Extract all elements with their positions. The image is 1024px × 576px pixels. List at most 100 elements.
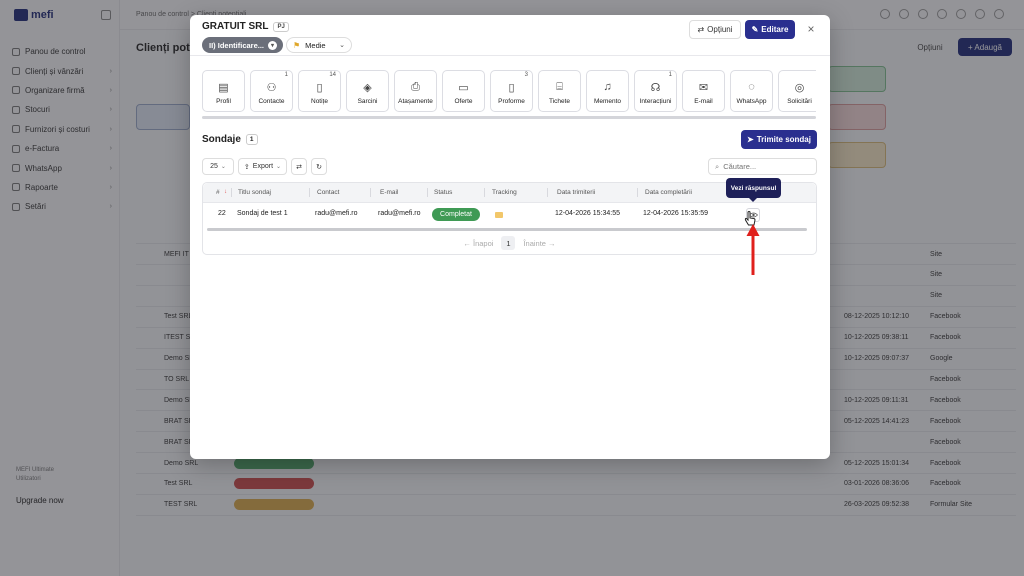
edit-button[interactable]: ✎ Editare	[745, 20, 795, 39]
tab-count: 3	[524, 72, 528, 78]
prev-page-button[interactable]: ← Înapoi	[463, 239, 493, 248]
priority-dropdown[interactable]: ⚑ Medie ⌄	[286, 37, 352, 53]
tab-label: Interacțiuni	[639, 98, 672, 105]
columns-toggle-icon[interactable]: ⇄	[291, 158, 307, 175]
tab-proforme[interactable]: 3 ▯ Proforme	[490, 70, 533, 112]
envelope-icon	[495, 212, 503, 218]
tasks-icon: ◈	[363, 81, 372, 94]
tab-bar: ▤ Profil 1 ⚇ Contacte 14 ▯ Notițe ◈ Sarcini ⎙ Atașa…	[202, 70, 816, 112]
page-number[interactable]: 1	[501, 236, 516, 250]
lead-detail-modal: GRATUIT SRL PJ II) Identificare... ▾ ⚑ M…	[190, 15, 830, 459]
search-field[interactable]: ⌕	[708, 158, 817, 175]
tab-label: Tichete	[548, 98, 571, 105]
row-id: 22	[218, 210, 226, 217]
tab-e-mail[interactable]: ✉ E-mail	[682, 70, 725, 112]
col-tracking[interactable]: Tracking	[492, 189, 517, 196]
tab-label: Solicitări	[787, 98, 812, 105]
tab-label: Profil	[216, 98, 231, 105]
company-title: GRATUIT SRL PJ	[202, 21, 289, 32]
edit-label: Editare	[761, 25, 789, 34]
row-sent-date: 12-04-2026 15:34:55	[555, 210, 620, 217]
column-divider	[547, 188, 548, 197]
tab-count: 14	[329, 72, 336, 78]
tab-count: 1	[284, 72, 288, 78]
export-label: Export	[252, 163, 274, 170]
divider	[190, 55, 830, 56]
bell-icon: ♫	[603, 81, 612, 93]
row-title: Sondaj de test 1	[237, 210, 288, 217]
search-icon: ⌕	[715, 161, 720, 171]
table-scrollbar[interactable]	[207, 228, 807, 231]
col-contact[interactable]: Contact	[317, 189, 339, 196]
row-completed-date: 12-04-2026 15:35:59	[643, 210, 708, 217]
column-divider	[637, 188, 638, 197]
tab-label: WhatsApp	[736, 98, 767, 105]
tab-label: E-mail	[694, 98, 713, 105]
sort-icon[interactable]: ↓	[224, 189, 227, 195]
send-survey-button[interactable]: ➤ Trimite sondaj	[741, 130, 817, 149]
tab-whatsapp[interactable]: ◌ WhatsApp	[730, 70, 773, 112]
col-sent-date[interactable]: Data trimiterii	[557, 189, 595, 196]
col-title[interactable]: Titlu sondaj	[238, 189, 271, 196]
tab-solicitări[interactable]: ◎ Solicitări	[778, 70, 816, 112]
close-icon[interactable]: ×	[805, 23, 817, 35]
flag-icon: ⚑	[293, 40, 301, 50]
row-contact: radu@mefi.ro	[315, 210, 358, 217]
stage-label: II) Identificare...	[209, 40, 265, 50]
tab-label: Oferte	[454, 98, 473, 105]
mail-icon: ✉	[698, 81, 709, 94]
section-title-text: Sondaje	[202, 134, 241, 145]
chevron-down-icon: ⌄	[220, 164, 226, 170]
interactions-icon: ☊	[650, 81, 661, 94]
chevron-down-icon: ▾	[268, 40, 278, 50]
row-email: radu@mefi.ro	[378, 210, 421, 217]
col-id[interactable]: #	[216, 189, 220, 196]
tab-label: Memento	[593, 98, 622, 105]
send-icon: ➤	[747, 135, 754, 144]
col-email[interactable]: E-mail	[380, 189, 398, 196]
col-completed-date[interactable]: Data completării	[645, 189, 692, 196]
tab-label: Proforme	[498, 98, 525, 105]
section-count-badge: 1	[245, 134, 258, 145]
tab-label: Sarcini	[357, 98, 378, 105]
chevron-down-icon: ⌄	[339, 42, 345, 49]
priority-label: Medie	[305, 40, 326, 50]
chevron-down-icon: ⌄	[276, 164, 282, 170]
proforma-icon: ▯	[508, 81, 515, 94]
tabs-scrollbar[interactable]	[202, 116, 816, 119]
export-icon: ⇪	[243, 163, 250, 171]
options-label: Opțiuni	[707, 25, 733, 34]
next-page-button[interactable]: Înainte →	[523, 239, 555, 248]
contacts-icon: ⚇	[266, 81, 277, 94]
page-size-select[interactable]: 25 ⌄	[202, 158, 234, 175]
tab-label: Atașamente	[398, 98, 433, 105]
tab-memento[interactable]: ♫ Memento	[586, 70, 629, 112]
tab-tichete[interactable]: ⌸ Tichete	[538, 70, 581, 112]
tab-count: 1	[668, 72, 672, 78]
company-type-badge: PJ	[273, 21, 289, 32]
table-row[interactable]: 22 Sondaj de test 1 radu@mefi.ro radu@me…	[203, 204, 816, 226]
col-status[interactable]: Status	[434, 189, 452, 196]
tab-interacțiuni[interactable]: 1 ☊ Interacțiuni	[634, 70, 677, 112]
export-button[interactable]: ⇪ Export ⌄	[238, 158, 287, 175]
company-name: GRATUIT SRL	[202, 21, 269, 32]
tab-notițe[interactable]: 14 ▯ Notițe	[298, 70, 341, 112]
search-input[interactable]	[723, 162, 804, 171]
column-divider	[370, 188, 371, 197]
refresh-icon[interactable]: ↻	[311, 158, 327, 175]
tab-oferte[interactable]: ▭ Oferte	[442, 70, 485, 112]
pagination: ← Înapoi 1 Înainte →	[203, 236, 816, 250]
status-badge: Completat	[432, 208, 480, 221]
tab-label: Contacte	[258, 98, 285, 105]
requests-icon: ◎	[794, 81, 805, 94]
tab-profil[interactable]: ▤ Profil	[202, 70, 245, 112]
notes-icon: ▯	[316, 81, 323, 94]
tickets-icon: ⌸	[556, 80, 563, 93]
tab-sarcini[interactable]: ◈ Sarcini	[346, 70, 389, 112]
profile-icon: ▤	[218, 81, 229, 94]
tooltip: Vezi răspunsul	[726, 178, 781, 202]
tab-contacte[interactable]: 1 ⚇ Contacte	[250, 70, 293, 112]
options-button[interactable]: ⇄ Opțiuni	[689, 20, 741, 39]
stage-dropdown[interactable]: II) Identificare... ▾	[202, 37, 284, 53]
tab-atașamente[interactable]: ⎙ Atașamente	[394, 70, 437, 112]
